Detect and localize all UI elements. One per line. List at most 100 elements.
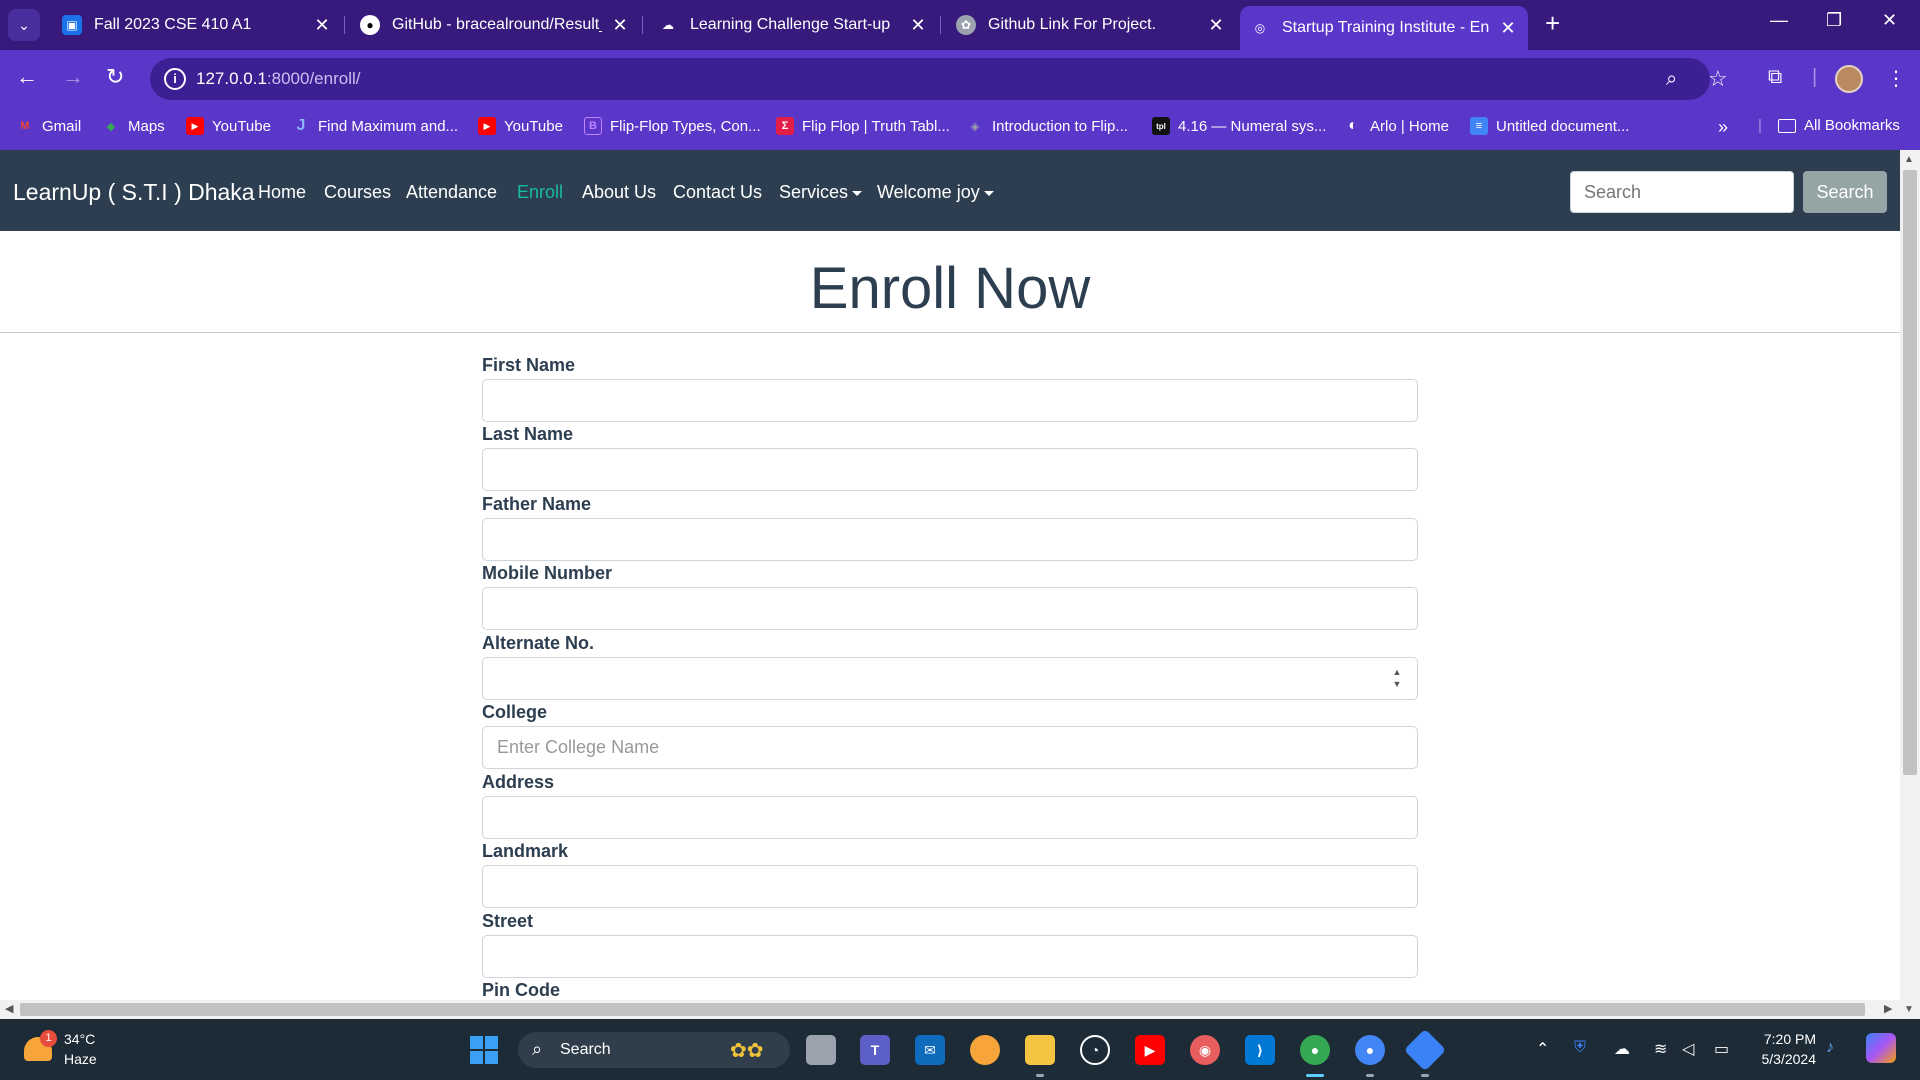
chrome-alt-icon[interactable]: ●: [1355, 1035, 1385, 1065]
notification-bell-icon[interactable]: ♪: [1826, 1039, 1834, 1057]
nav-enroll[interactable]: Enroll: [517, 182, 563, 203]
stepper-up-icon[interactable]: ▲: [1391, 666, 1403, 678]
close-icon[interactable]: ✕: [610, 15, 630, 36]
address-input[interactable]: [482, 796, 1418, 839]
defender-icon[interactable]: ⛨: [1574, 1039, 1586, 1057]
bookmark-maps[interactable]: ◆ Maps: [102, 117, 165, 135]
weather-temp[interactable]: 34°C: [64, 1031, 95, 1047]
mobile-number-input[interactable]: [482, 587, 1418, 630]
landmark-input[interactable]: [482, 865, 1418, 908]
zoom-icon[interactable]: ⌕: [1666, 68, 1677, 91]
nav-home[interactable]: Home: [258, 182, 306, 203]
scroll-left-icon[interactable]: ◀: [5, 1002, 13, 1015]
father-name-input[interactable]: [482, 518, 1418, 561]
bookmark-flip-flop-types[interactable]: B Flip-Flop Types, Con...: [584, 117, 761, 135]
nav-contact-us[interactable]: Contact Us: [673, 182, 762, 203]
nav-attendance[interactable]: Attendance: [406, 182, 497, 203]
close-icon[interactable]: ✕: [1498, 18, 1518, 39]
bookmark-intro-flip[interactable]: ◈ Introduction to Flip...: [966, 117, 1128, 135]
bookmark-label: Gmail: [42, 117, 82, 135]
back-icon[interactable]: ←: [16, 64, 38, 90]
arlo-icon: ◐: [1348, 117, 1358, 134]
tab-2[interactable]: ☁ Learning Challenge Start-up ✕: [648, 6, 938, 44]
sigma-icon: Σ: [776, 117, 794, 135]
new-tab-button[interactable]: +: [1545, 8, 1560, 39]
profile-avatar[interactable]: [1835, 65, 1863, 93]
last-name-input[interactable]: [482, 448, 1418, 491]
tab-1[interactable]: ● GitHub - bracealround/Result_P ✕: [350, 6, 640, 44]
tab-0[interactable]: ▣ Fall 2023 CSE 410 A1 ✕: [52, 6, 342, 44]
reload-icon[interactable]: ↻: [106, 64, 124, 90]
bookmark-find-maximum[interactable]: J Find Maximum and...: [292, 117, 459, 135]
bookmark-youtube[interactable]: ▶ YouTube: [186, 117, 271, 135]
task-view-icon[interactable]: [806, 1035, 836, 1065]
more-bookmarks-icon[interactable]: »: [1718, 117, 1728, 138]
number-stepper[interactable]: ▲ ▼: [1391, 666, 1403, 690]
youtube-app-icon[interactable]: ▶: [1135, 1035, 1165, 1065]
url-text[interactable]: 127.0.0.1:8000/enroll/: [196, 69, 360, 89]
tab-separator: [642, 16, 643, 34]
star-icon[interactable]: ☆: [1708, 66, 1728, 92]
battery-icon[interactable]: ▭: [1714, 1039, 1729, 1059]
all-bookmarks[interactable]: All Bookmarks: [1778, 117, 1900, 134]
extensions-icon[interactable]: ⧉: [1768, 66, 1782, 89]
menu-icon[interactable]: ⋮: [1886, 66, 1906, 91]
weather-condition[interactable]: Haze: [64, 1051, 97, 1067]
address-bar[interactable]: i 127.0.0.1:8000/enroll/ ⌕ ☆: [150, 58, 1728, 100]
site-brand[interactable]: LearnUp ( S.T.I ) Dhaka: [13, 179, 255, 206]
chrome-icon[interactable]: ●: [1300, 1035, 1330, 1065]
restore-icon[interactable]: ❐: [1826, 10, 1842, 31]
bookmark-gmail[interactable]: M Gmail: [16, 117, 81, 135]
weather-app-icon[interactable]: [970, 1035, 1000, 1065]
tab-search-button[interactable]: ⌄: [8, 9, 40, 41]
horizontal-scroll-thumb[interactable]: [20, 1003, 1865, 1016]
wifi-icon[interactable]: ≋: [1654, 1039, 1667, 1059]
bookmark-arlo[interactable]: ◐ Arlo | Home: [1344, 117, 1449, 135]
college-input[interactable]: Enter College Name: [482, 726, 1418, 769]
bookmark-truth-table[interactable]: Σ Flip Flop | Truth Tabl...: [776, 117, 950, 135]
stepper-down-icon[interactable]: ▼: [1391, 678, 1403, 690]
tab-4-active[interactable]: ◎ Startup Training Institute - Enro ✕: [1240, 6, 1528, 50]
nav-services-dropdown[interactable]: Services: [779, 182, 863, 203]
vscode-icon[interactable]: ⟩: [1245, 1035, 1275, 1065]
clock-date[interactable]: 5/3/2024: [1750, 1051, 1817, 1067]
game-app-icon[interactable]: ◉: [1190, 1035, 1220, 1065]
mail-icon[interactable]: ✉: [915, 1035, 945, 1065]
close-icon[interactable]: ✕: [312, 15, 332, 36]
taskbar-search[interactable]: ⌕ Search ✿✿: [518, 1032, 790, 1068]
copilot-icon[interactable]: [1866, 1033, 1896, 1063]
nav-user-dropdown[interactable]: Welcome joy: [877, 182, 994, 203]
volume-icon[interactable]: ◁: [1682, 1039, 1694, 1059]
street-input[interactable]: [482, 935, 1418, 978]
site-search-input[interactable]: [1570, 171, 1794, 213]
windows-start-icon[interactable]: [470, 1036, 498, 1064]
first-name-input[interactable]: [482, 379, 1418, 422]
alternate-no-input[interactable]: ▲ ▼: [482, 657, 1418, 700]
window-close-icon[interactable]: ✕: [1882, 10, 1897, 31]
vertical-scroll-thumb[interactable]: [1903, 170, 1917, 775]
file-explorer-icon[interactable]: [1025, 1035, 1055, 1065]
close-icon[interactable]: ✕: [1206, 15, 1226, 36]
obs-icon[interactable]: ◔: [1080, 1035, 1110, 1065]
scroll-right-icon[interactable]: ▶: [1884, 1002, 1892, 1015]
vertical-scrollbar[interactable]: ▲ ▼: [1900, 150, 1920, 1019]
bookmark-numeral[interactable]: tpl 4.16 — Numeral sys...: [1152, 117, 1326, 135]
forward-icon[interactable]: →: [62, 64, 84, 90]
scroll-down-icon[interactable]: ▼: [1904, 1004, 1914, 1015]
scroll-up-icon[interactable]: ▲: [1904, 154, 1914, 165]
onedrive-icon[interactable]: ☁: [1614, 1039, 1630, 1059]
nav-courses[interactable]: Courses: [324, 182, 391, 203]
clock-time[interactable]: 7:20 PM: [1760, 1031, 1816, 1047]
nav-about-us[interactable]: About Us: [582, 182, 656, 203]
minimize-icon[interactable]: —: [1770, 10, 1788, 31]
site-search-button[interactable]: Search: [1803, 171, 1887, 213]
bookmark-youtube-2[interactable]: ▶ YouTube: [478, 117, 563, 135]
git-app-icon[interactable]: [1403, 1028, 1447, 1072]
teams-icon[interactable]: T: [860, 1035, 890, 1065]
horizontal-scrollbar[interactable]: ◀ ▶: [0, 1000, 1900, 1019]
tab-3[interactable]: ✿ Github Link For Project. ✕: [946, 6, 1236, 44]
site-info-icon[interactable]: i: [164, 68, 186, 90]
tray-overflow-icon[interactable]: ⌃: [1536, 1039, 1549, 1059]
bookmark-untitled-doc[interactable]: ≡ Untitled document...: [1470, 117, 1629, 135]
close-icon[interactable]: ✕: [908, 15, 928, 36]
